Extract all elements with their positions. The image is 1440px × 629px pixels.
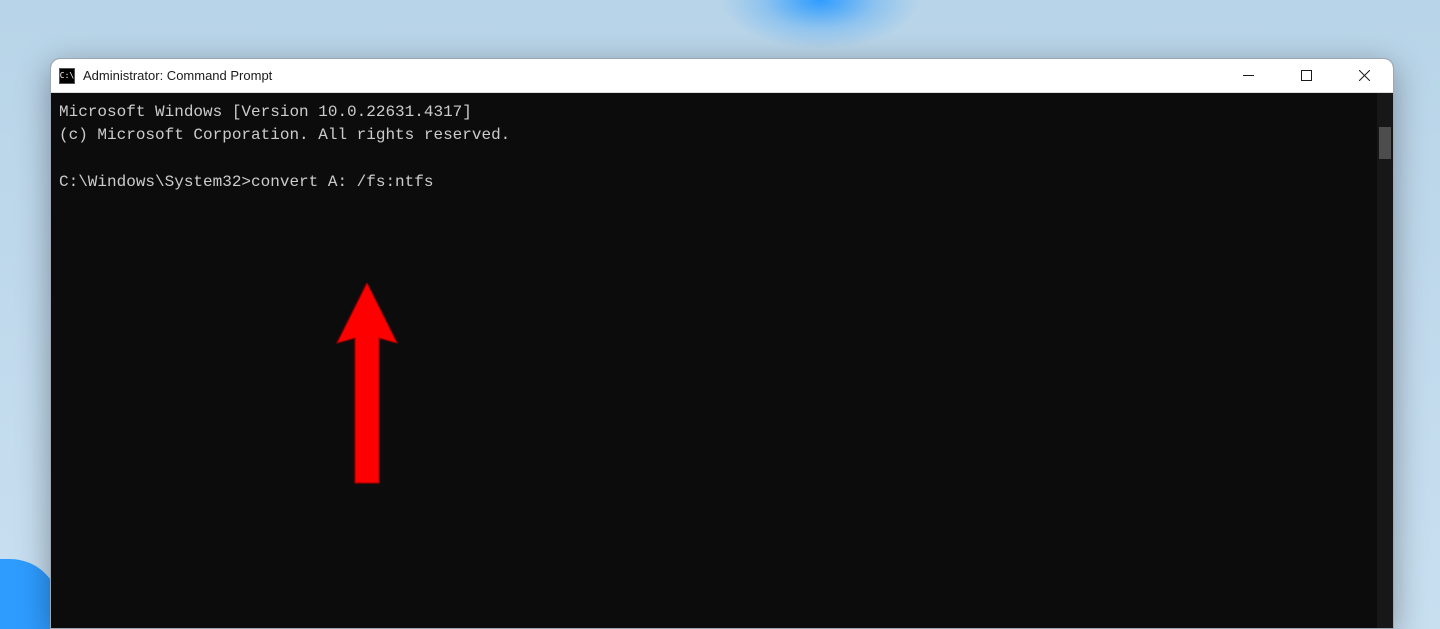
minimize-button[interactable] (1219, 59, 1277, 92)
annotation-arrow (327, 283, 407, 493)
maximize-button[interactable] (1277, 59, 1335, 92)
maximize-icon (1301, 70, 1312, 81)
terminal-body[interactable]: Microsoft Windows [Version 10.0.22631.43… (51, 93, 1393, 628)
minimize-icon (1243, 70, 1254, 81)
app-icon-glyph: C:\ (60, 72, 74, 80)
close-button[interactable] (1335, 59, 1393, 92)
window-title: Administrator: Command Prompt (83, 68, 1219, 83)
scrollbar-track[interactable] (1377, 93, 1393, 628)
desktop-accent-top (720, 0, 920, 50)
copyright-line: (c) Microsoft Corporation. All rights re… (59, 126, 510, 144)
command-text[interactable]: convert A: /fs:ntfs (251, 173, 433, 191)
close-icon (1359, 70, 1370, 81)
prompt-text: C:\Windows\System32> (59, 173, 251, 191)
titlebar[interactable]: C:\ Administrator: Command Prompt (51, 59, 1393, 93)
scrollbar-thumb[interactable] (1379, 127, 1391, 159)
command-prompt-window: C:\ Administrator: Command Prompt Micros… (50, 58, 1394, 629)
window-controls (1219, 59, 1393, 92)
version-line: Microsoft Windows [Version 10.0.22631.43… (59, 103, 472, 121)
terminal-output: Microsoft Windows [Version 10.0.22631.43… (59, 101, 1393, 194)
app-icon: C:\ (59, 68, 75, 84)
